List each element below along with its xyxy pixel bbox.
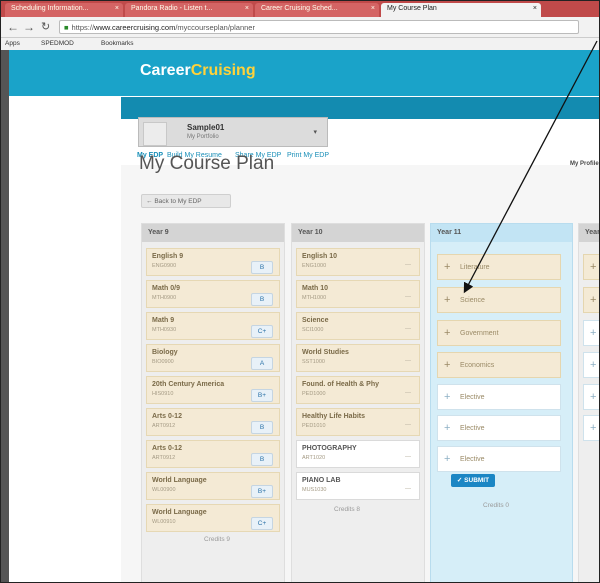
annotation-arrow — [463, 40, 598, 294]
arrow-line — [463, 40, 598, 294]
browser-window: Scheduling Information... × Pandora Radio… — [0, 0, 600, 583]
